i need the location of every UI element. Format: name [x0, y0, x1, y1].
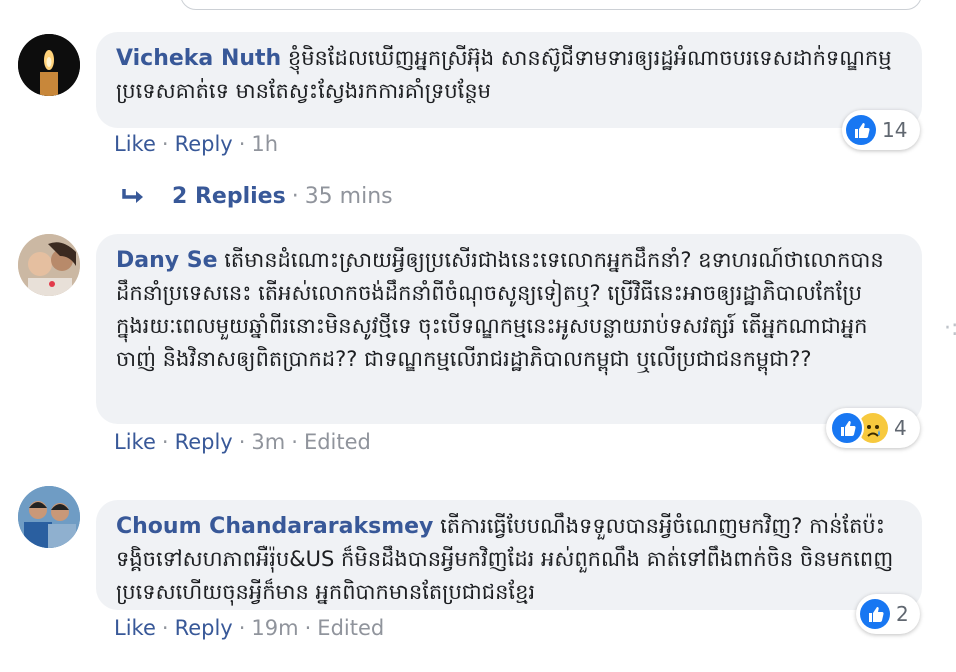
- more-options-icon[interactable]: ·:: [944, 316, 956, 341]
- like-button[interactable]: Like: [114, 430, 156, 454]
- reaction-count: 4: [894, 416, 907, 440]
- reply-arrow-icon: [122, 188, 143, 203]
- thumbs-up-icon: [860, 599, 890, 629]
- comment-actions: Like · Reply · 19m · Edited: [114, 616, 385, 640]
- comment-input-box[interactable]: [180, 0, 922, 10]
- comment-bubble: Choum Chandararaksmey តើការធ្វើបែបណឹងទទួ…: [96, 500, 922, 610]
- comment-timestamp[interactable]: 19m: [251, 616, 298, 640]
- reaction-count: 14: [882, 118, 908, 142]
- comment-bubble: Vicheka Nuth ខ្ញុំមិនដែលឃើញអ្នកស្រីអ៊ុង …: [96, 32, 922, 128]
- avatar[interactable]: [18, 234, 80, 296]
- like-button[interactable]: Like: [114, 132, 156, 156]
- like-button[interactable]: Like: [114, 616, 156, 640]
- comment-timestamp[interactable]: 3m: [251, 430, 285, 454]
- comment-timestamp[interactable]: 1h: [251, 132, 278, 156]
- reply-button[interactable]: Reply: [175, 132, 233, 156]
- comment-author[interactable]: Vicheka Nuth: [116, 46, 281, 71]
- candle-avatar-icon: [18, 34, 80, 96]
- avatar[interactable]: [18, 486, 80, 548]
- view-replies-link[interactable]: 2 Replies · 35 mins: [120, 184, 393, 209]
- reply-button[interactable]: Reply: [175, 616, 233, 640]
- reaction-badge[interactable]: 4: [826, 408, 920, 448]
- reply-button[interactable]: Reply: [175, 430, 233, 454]
- comment-bubble: Dany Se តើមានដំណោះស្រាយអ្វីឲ្យប្រសើរជាងន…: [96, 234, 922, 424]
- reaction-count: 2: [896, 602, 909, 626]
- edited-label[interactable]: Edited: [317, 616, 384, 640]
- comment-author[interactable]: Dany Se: [116, 248, 218, 273]
- thumbs-up-icon: [846, 115, 876, 145]
- comment-text: តើមានដំណោះស្រាយអ្វីឲ្យប្រសើរជាងនេះទេលោកអ…: [116, 248, 884, 371]
- replies-count[interactable]: 2 Replies: [172, 184, 286, 209]
- edited-label[interactable]: Edited: [304, 430, 371, 454]
- replies-time: 35 mins: [304, 184, 393, 209]
- comment-actions: Like · Reply · 1h: [114, 132, 279, 156]
- reaction-badge[interactable]: 2: [856, 594, 920, 634]
- comment-author[interactable]: Choum Chandararaksmey: [116, 514, 433, 539]
- avatar[interactable]: [18, 34, 80, 96]
- comment-actions: Like · Reply · 3m · Edited: [114, 430, 371, 454]
- thumbs-up-icon: [830, 411, 864, 445]
- reaction-badge[interactable]: 14: [842, 110, 920, 150]
